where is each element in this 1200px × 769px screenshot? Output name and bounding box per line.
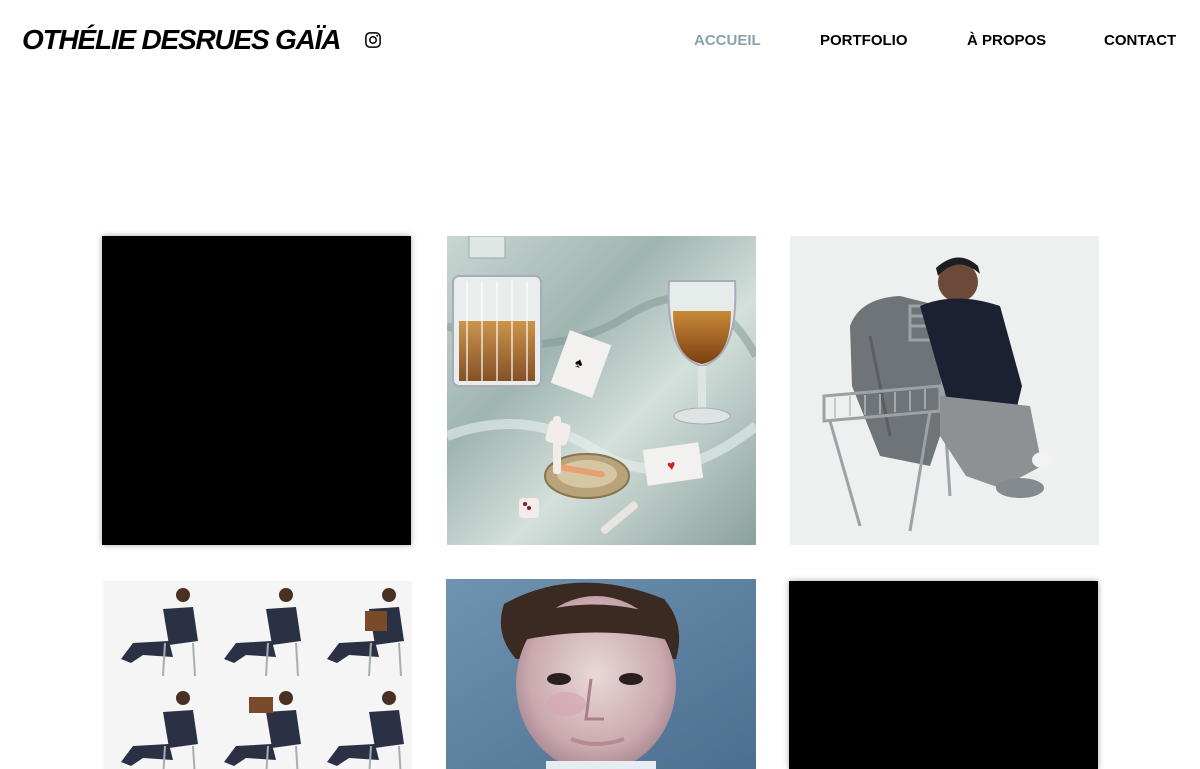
nav-portfolio[interactable]: PORTFOLIO — [820, 32, 908, 49]
gallery-tile-model-chair[interactable] — [790, 236, 1099, 545]
portrait-image — [446, 579, 756, 769]
gallery-tile-contact-sheet[interactable] — [103, 581, 412, 769]
nav-a-propos[interactable]: À PROPOS — [967, 32, 1046, 49]
gallery-tile-still-life[interactable]: ♠ ♥ — [447, 236, 756, 545]
nav-accueil[interactable]: ACCUEIL — [694, 32, 761, 49]
instagram-icon[interactable] — [364, 31, 382, 49]
site-logo[interactable]: OTHÉLIE DESRUES GAÏA — [22, 24, 341, 56]
gallery-tile-portrait[interactable] — [446, 579, 756, 769]
gallery-tile-video-1[interactable] — [102, 236, 411, 545]
still-life-image: ♠ ♥ — [447, 236, 756, 545]
contact-sheet-image — [103, 581, 412, 769]
nav-contact[interactable]: CONTACT — [1104, 32, 1176, 49]
gallery-tile-video-2[interactable] — [789, 581, 1098, 769]
model-chair-image — [790, 236, 1099, 545]
